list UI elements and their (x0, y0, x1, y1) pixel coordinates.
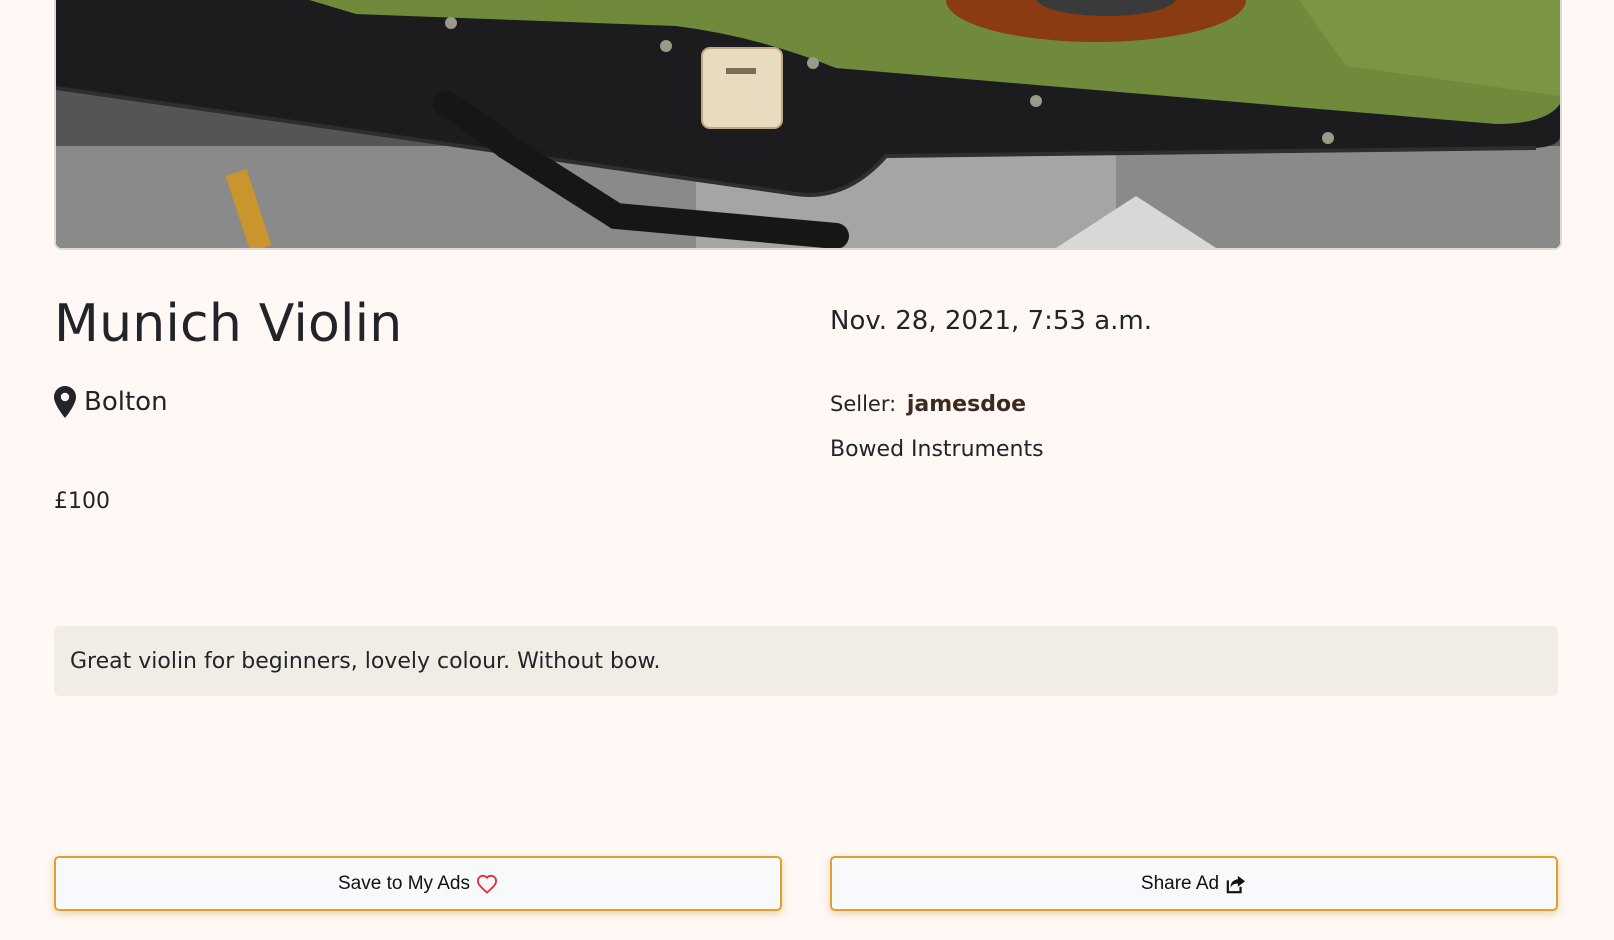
listing-price: £100 (54, 489, 110, 514)
listing-photo (54, 0, 1562, 250)
seller-info: Seller: jamesdoe (830, 392, 1026, 417)
seller-name: jamesdoe (906, 392, 1026, 417)
listing-date: Nov. 28, 2021, 7:53 a.m. (830, 306, 1153, 336)
share-button-label: Share Ad (1140, 872, 1220, 894)
share-icon (1226, 875, 1246, 893)
description-text: Great violin for beginners, lovely colou… (70, 648, 661, 674)
save-button-label: Save to My Ads (337, 872, 470, 894)
listing-location: Bolton (54, 386, 168, 418)
location-text: Bolton (84, 387, 168, 417)
save-to-my-ads-button[interactable]: Save to My Ads (54, 856, 782, 911)
listing-category: Bowed Instruments (830, 437, 1044, 462)
listing-description: Great violin for beginners, lovely colou… (54, 626, 1558, 696)
share-ad-button[interactable]: Share Ad (830, 856, 1558, 911)
heart-icon (476, 874, 498, 894)
map-marker-icon (54, 386, 76, 418)
listing-title: Munich Violin (54, 294, 403, 354)
seller-label: Seller: (830, 392, 897, 416)
